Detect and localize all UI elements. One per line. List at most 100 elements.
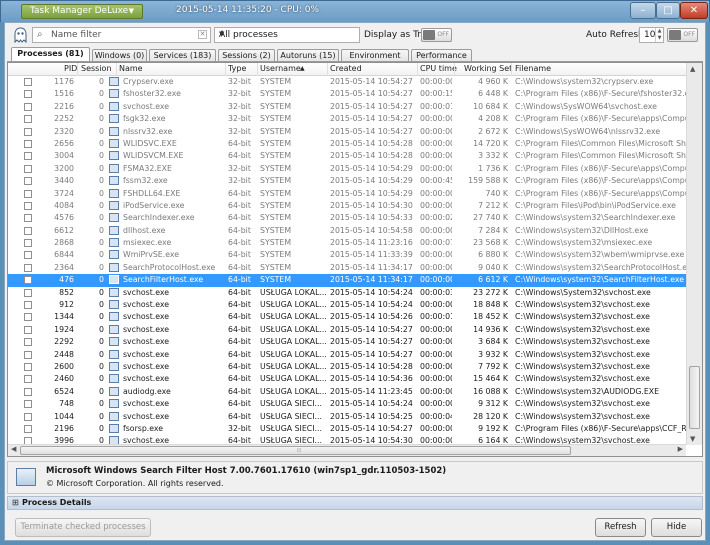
column-header-name[interactable]: Name	[119, 64, 143, 73]
table-row[interactable]: 2216 0 svchost.exe 32-bit SYSTEM 2015-05-14 1…	[8, 101, 686, 113]
clear-filter-icon[interactable]: ✕	[198, 30, 207, 39]
table-row[interactable]: 2252 0 fsgk32.exe 32-bit SYSTEM 2015-05-14 10…	[8, 113, 686, 125]
table-row[interactable]: 748 0 svchost.exe 64-bit USŁUGA SIECI... 2015…	[8, 398, 686, 410]
row-checkbox[interactable]	[24, 276, 32, 285]
table-row[interactable]: 6612 0 dllhost.exe 64-bit SYSTEM 2015-05-14 1…	[8, 225, 686, 237]
table-row[interactable]: 6524 0 audiodg.exe 64-bit USŁUGA LOKAL... 201…	[8, 386, 686, 398]
session-cell: 0	[99, 300, 104, 310]
horizontal-scrollbar[interactable]: ◀ ⦙⦙⦙ ▶	[8, 444, 686, 456]
auto-refresh-spinner[interactable]: 10 ▲ ▼	[639, 27, 664, 43]
row-checkbox[interactable]	[24, 387, 32, 396]
table-row[interactable]: 1516 0 fshoster32.exe 32-bit SYSTEM 2015-05-1…	[8, 88, 686, 100]
row-checkbox[interactable]	[24, 115, 32, 124]
row-checkbox[interactable]	[24, 189, 32, 198]
table-row[interactable]: 2656 0 WLIDSVC.EXE 64-bit SYSTEM 2015-05-14 1…	[8, 138, 686, 150]
table-row[interactable]: 2448 0 svchost.exe 64-bit USŁUGA LOKAL... 201…	[8, 349, 686, 361]
row-checkbox[interactable]	[24, 362, 32, 371]
row-checkbox[interactable]	[24, 127, 32, 136]
tab-processes[interactable]: Processes (81)	[11, 47, 90, 62]
minimize-button[interactable]: –	[630, 2, 656, 19]
scroll-down-icon[interactable]: ▼	[690, 435, 695, 443]
row-checkbox[interactable]	[24, 424, 32, 433]
session-cell: 0	[99, 151, 104, 161]
column-header-cpu-time[interactable]: CPU time	[420, 64, 457, 73]
row-checkbox[interactable]	[24, 301, 32, 310]
table-row[interactable]: 2320 0 nlssrv32.exe 32-bit SYSTEM 2015-05-14 …	[8, 126, 686, 138]
table-row[interactable]: 3004 0 WLIDSVCM.EXE 64-bit SYSTEM 2015-05-14 …	[8, 150, 686, 162]
row-checkbox[interactable]	[24, 214, 32, 223]
row-checkbox[interactable]	[24, 400, 32, 409]
row-checkbox[interactable]	[24, 313, 32, 322]
type-cell: 64-bit	[228, 399, 251, 409]
table-row[interactable]: 1044 0 svchost.exe 64-bit USŁUGA SIECI... 201…	[8, 411, 686, 423]
scroll-up-icon[interactable]: ▲	[690, 65, 695, 73]
table-row[interactable]: 1344 0 svchost.exe 64-bit USŁUGA LOKAL... 201…	[8, 311, 686, 323]
row-checkbox[interactable]	[24, 201, 32, 210]
table-row[interactable]: 3724 0 FSHDLL64.EXE 64-bit SYSTEM 2015-05-14 …	[8, 188, 686, 200]
row-checkbox[interactable]	[24, 90, 32, 99]
session-cell: 0	[99, 176, 104, 186]
row-checkbox[interactable]	[24, 152, 32, 161]
table-row[interactable]: 4576 0 SearchIndexer.exe 64-bit SYSTEM 2015-0…	[8, 212, 686, 224]
row-checkbox[interactable]	[24, 263, 32, 272]
row-checkbox[interactable]	[24, 164, 32, 173]
display-as-tree-toggle[interactable]: OFF	[421, 28, 452, 42]
scroll-right-icon[interactable]: ▶	[678, 445, 683, 453]
app-menu-button[interactable]: Task Manager DeLuxe ▼	[21, 4, 143, 19]
row-checkbox[interactable]	[24, 350, 32, 359]
row-checkbox[interactable]	[24, 251, 32, 260]
column-header-working-set[interactable]: Working Set	[464, 64, 512, 73]
column-header-session[interactable]: Session	[81, 64, 112, 73]
spinner-arrows-icon[interactable]: ▲ ▼	[655, 28, 663, 42]
terminate-checked-button[interactable]: Terminate checked processes	[15, 518, 151, 537]
column-header-pid[interactable]: PID	[64, 64, 77, 73]
process-scope-select[interactable]: All processes ▼	[214, 27, 360, 43]
username-cell: USŁUGA LOKAL...	[260, 312, 327, 322]
close-button[interactable]: ✕	[680, 2, 708, 19]
scroll-thumb[interactable]: ⦙⦙⦙	[20, 446, 571, 455]
ghost-icon[interactable]	[13, 27, 28, 43]
row-checkbox[interactable]	[24, 139, 32, 148]
table-row[interactable]: 1924 0 svchost.exe 64-bit USŁUGA LOKAL... 201…	[8, 324, 686, 336]
name-filter-input[interactable]: ⌕ Name filter ✕	[32, 27, 211, 43]
table-row[interactable]: 2868 0 msiexec.exe 64-bit SYSTEM 2015-05-14 1…	[8, 237, 686, 249]
table-row[interactable]: 2460 0 svchost.exe 64-bit USŁUGA LOKAL... 201…	[8, 373, 686, 385]
maximize-button[interactable]: □	[656, 2, 680, 19]
table-row[interactable]: 852 0 svchost.exe 64-bit USŁUGA LOKAL... 2015…	[8, 287, 686, 299]
column-header-filename[interactable]: Filename	[515, 64, 551, 73]
table-row[interactable]: 3200 0 FSMA32.EXE 32-bit SYSTEM 2015-05-14 10…	[8, 163, 686, 175]
table-row[interactable]: 2196 0 fsorsp.exe 32-bit USŁUGA SIECI... 2015…	[8, 423, 686, 435]
row-checkbox[interactable]	[24, 102, 32, 111]
column-header-username[interactable]: Username	[260, 64, 301, 73]
process-details-expander[interactable]: ⊞ Process Details	[7, 496, 703, 510]
working-set-cell: 740 K	[485, 188, 508, 198]
scroll-thumb[interactable]	[689, 366, 700, 429]
row-checkbox[interactable]	[24, 177, 32, 186]
table-row[interactable]: 476 0 SearchFilterHost.exe 64-bit SYSTEM 2015…	[8, 274, 686, 287]
table-row[interactable]: 1176 0 Crypserv.exe 32-bit SYSTEM 2015-05-14 …	[8, 76, 686, 88]
row-checkbox[interactable]	[24, 226, 32, 235]
row-checkbox[interactable]	[24, 375, 32, 384]
row-checkbox[interactable]	[24, 325, 32, 334]
scroll-left-icon[interactable]: ◀	[11, 445, 16, 453]
filename-cell: C:\Windows\system32\DllHost.exe	[515, 225, 649, 235]
vertical-scrollbar[interactable]: ▲ ▼	[686, 63, 702, 445]
row-checkbox[interactable]	[24, 338, 32, 347]
refresh-button[interactable]: Refresh	[595, 518, 646, 537]
table-row[interactable]: 3440 0 fssm32.exe 32-bit SYSTEM 2015-05-14 10…	[8, 175, 686, 187]
table-row[interactable]: 2364 0 SearchProtocolHost.exe 64-bit SYSTEM 2…	[8, 262, 686, 274]
table-row[interactable]: 4084 0 iPodService.exe 64-bit SYSTEM 2015-05-…	[8, 200, 686, 212]
pid-cell: 2364	[54, 262, 74, 272]
row-checkbox[interactable]	[24, 239, 32, 248]
column-header-created[interactable]: Created	[330, 64, 362, 73]
table-row[interactable]: 2292 0 svchost.exe 64-bit USŁUGA LOKAL... 201…	[8, 336, 686, 348]
table-row[interactable]: 6844 0 WmiPrvSE.exe 64-bit SYSTEM 2015-05-14 …	[8, 249, 686, 261]
table-row[interactable]: 912 0 svchost.exe 64-bit USŁUGA LOKAL... 2015…	[8, 299, 686, 311]
hide-button[interactable]: Hide	[651, 518, 702, 537]
column-header-type[interactable]: Type	[228, 64, 246, 73]
table-row[interactable]: 2600 0 svchost.exe 64-bit USŁUGA LOKAL... 201…	[8, 361, 686, 373]
row-checkbox[interactable]	[24, 412, 32, 421]
row-checkbox[interactable]	[24, 78, 32, 86]
auto-refresh-toggle[interactable]: OFF	[667, 28, 698, 42]
row-checkbox[interactable]	[24, 288, 32, 297]
